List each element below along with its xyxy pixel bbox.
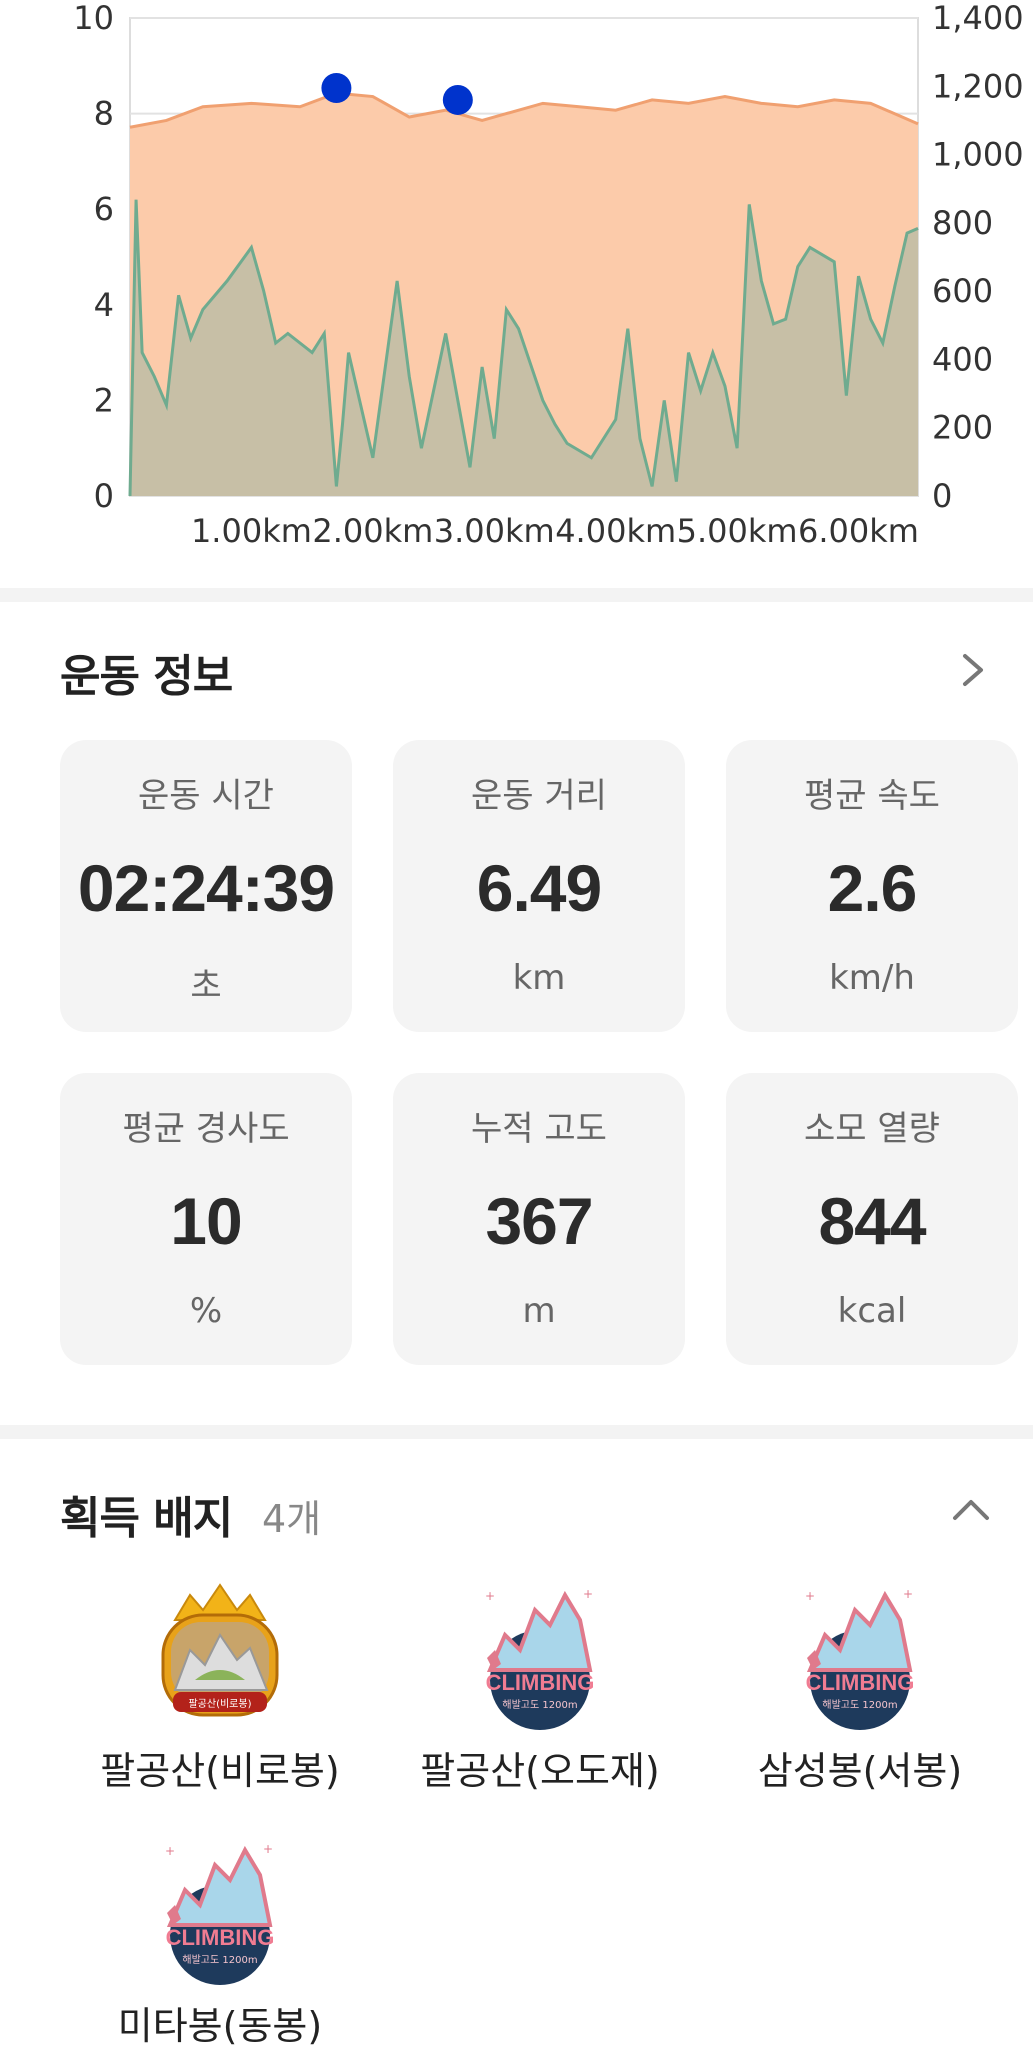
- gold-mountain-badge-icon: 팔공산(비로봉): [161, 1583, 279, 1717]
- stat-label: 운동 시간: [138, 776, 274, 816]
- x-tick-label: 6.00km: [798, 512, 919, 550]
- x-tick-label: 2.00km: [312, 512, 433, 550]
- left-tick-label: 0: [94, 477, 114, 515]
- badge-subtext: 해발고도 1200m: [822, 1698, 897, 1711]
- badge-count: 4개: [262, 1497, 322, 1541]
- section-divider: [0, 1425, 1033, 1439]
- marker-point: [321, 72, 352, 103]
- badge-text: 팔공산(비로봉): [188, 1698, 251, 1710]
- badge-text: CLIMBING: [166, 1925, 275, 1950]
- chart-svg: 0 2 4 6 8 10 0 200 400 600 800 1,000 1,200 1,400 1.00k…: [73, 0, 1024, 550]
- svg-text:+: +: [263, 1842, 273, 1856]
- left-tick-label: 4: [94, 286, 114, 324]
- x-tick-label: 1.00km: [191, 512, 312, 550]
- left-tick-label: 10: [73, 0, 114, 37]
- stat-card-duration: 운동 시간 02:24:39 초: [60, 740, 352, 1032]
- climbing-badge-icon: + + CLIMBING 해발고도 1200m: [485, 1587, 595, 1730]
- stat-unit: km/h: [829, 958, 915, 998]
- chevron-right-icon[interactable]: [953, 650, 993, 690]
- stat-unit: 초: [190, 966, 222, 1006]
- stat-value: 2.6: [827, 851, 918, 925]
- stat-value: 02:24:39: [77, 851, 335, 925]
- x-tick-label: 4.00km: [555, 512, 676, 550]
- marker-point: [442, 84, 473, 115]
- stat-value: 10: [170, 1184, 242, 1258]
- chevron-up-icon[interactable]: [949, 1490, 993, 1530]
- badge-item[interactable]: + + CLIMBING 해발고도 1200m 미타봉(동봉): [70, 1835, 370, 2050]
- badge-text: CLIMBING: [486, 1670, 595, 1695]
- svg-text:+: +: [903, 1587, 913, 1601]
- badge-item[interactable]: 팔공산(비로봉) 팔공산(비로봉): [70, 1580, 370, 1795]
- svg-text:+: +: [485, 1589, 495, 1603]
- badge-subtext: 해발고도 1200m: [502, 1698, 577, 1711]
- right-tick-label: 1,200: [932, 67, 1024, 105]
- right-tick-label: 200: [932, 409, 993, 447]
- svg-text:+: +: [165, 1844, 175, 1858]
- stat-label: 운동 거리: [471, 776, 607, 816]
- stat-label: 누적 고도: [471, 1109, 607, 1149]
- stat-value: 844: [818, 1184, 926, 1258]
- workout-info-title: 운동 정보: [60, 651, 233, 702]
- badge-name: 삼성봉(서봉): [757, 1749, 963, 1793]
- stat-unit: m: [522, 1291, 556, 1331]
- right-tick-label: 1,000: [932, 136, 1024, 174]
- right-tick-label: 400: [932, 340, 993, 378]
- stat-value: 367: [485, 1184, 593, 1258]
- svg-text:+: +: [805, 1589, 815, 1603]
- stat-value: 6.49: [476, 851, 602, 925]
- stat-unit: %: [189, 1291, 223, 1331]
- stat-card-calories: 소모 열량 844 kcal: [726, 1073, 1018, 1365]
- badge-item[interactable]: + + CLIMBING 해발고도 1200m 삼성봉(서봉): [710, 1580, 1010, 1795]
- right-tick-label: 1,400: [932, 0, 1024, 37]
- x-tick-label: 3.00km: [434, 512, 555, 550]
- left-tick-label: 2: [94, 381, 114, 419]
- stat-card-avg-speed: 평균 속도 2.6 km/h: [726, 740, 1018, 1032]
- badge-name: 미타봉(동봉): [117, 2004, 323, 2048]
- badge-name: 팔공산(오도재): [420, 1749, 660, 1793]
- badge-item[interactable]: + + CLIMBING 해발고도 1200m 팔공산(오도재): [390, 1580, 690, 1795]
- elevation-speed-chart: 0 2 4 6 8 10 0 200 400 600 800 1,000 1,200 1,400 1.00k…: [0, 0, 1033, 560]
- stat-card-elevation-gain: 누적 고도 367 m: [393, 1073, 685, 1365]
- stat-label: 평균 경사도: [122, 1109, 290, 1149]
- right-tick-label: 600: [932, 272, 993, 310]
- stat-card-distance: 운동 거리 6.49 km: [393, 740, 685, 1032]
- right-tick-label: 0: [932, 477, 952, 515]
- svg-text:+: +: [583, 1587, 593, 1601]
- stat-label: 소모 열량: [804, 1109, 940, 1149]
- stat-unit: kcal: [837, 1291, 907, 1331]
- climbing-badge-icon: + + CLIMBING 해발고도 1200m: [165, 1842, 275, 1985]
- climbing-badge-icon: + + CLIMBING 해발고도 1200m: [805, 1587, 915, 1730]
- badge-subtext: 해발고도 1200m: [182, 1953, 257, 1966]
- badges-title: 획득 배지: [60, 1493, 233, 1544]
- right-tick-label: 800: [932, 204, 993, 242]
- left-tick-label: 8: [94, 95, 114, 133]
- section-divider: [0, 588, 1033, 602]
- stat-card-avg-slope: 평균 경사도 10 %: [60, 1073, 352, 1365]
- badge-text: CLIMBING: [806, 1670, 915, 1695]
- x-tick-label: 5.00km: [677, 512, 798, 550]
- stat-unit: km: [512, 958, 566, 998]
- left-tick-label: 6: [94, 190, 114, 228]
- badge-name: 팔공산(비로봉): [100, 1749, 340, 1793]
- stat-label: 평균 속도: [804, 776, 940, 816]
